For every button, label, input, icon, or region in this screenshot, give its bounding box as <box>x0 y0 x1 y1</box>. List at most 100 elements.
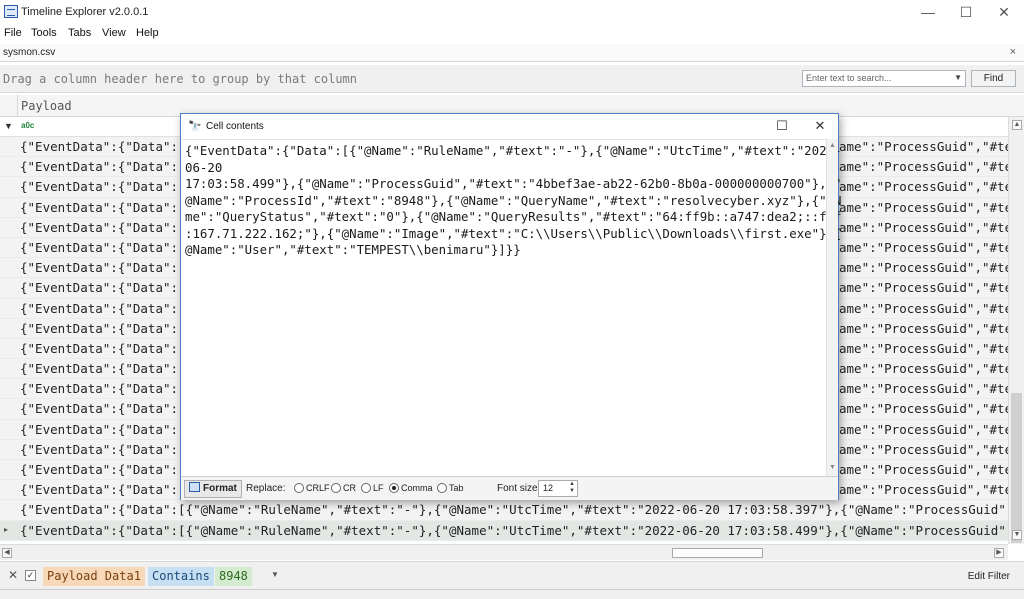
spin-icon[interactable]: ▲ ▼ <box>569 481 575 495</box>
format-button[interactable]: Format <box>184 480 242 498</box>
replace-option-label: Comma <box>401 483 433 493</box>
menu-help[interactable]: Help <box>136 27 159 39</box>
radio-icon[interactable] <box>294 483 304 493</box>
payload-cell[interactable]: {"EventData":{"Data":[ <box>20 401 186 416</box>
scroll-down-icon[interactable]: ▼ <box>1012 530 1022 540</box>
status-bar <box>0 589 1024 599</box>
chevron-down-icon[interactable]: ▼ <box>954 73 962 82</box>
font-size-stepper[interactable]: 12 ▲ ▼ <box>538 480 578 497</box>
cell-text-line: @Name":"User","#text":"TEMPEST\\benimaru… <box>185 242 521 257</box>
payload-cell-tail: ame":"ProcessGuid","#te <box>839 280 1008 296</box>
scroll-right-icon[interactable]: ▶ <box>994 548 1004 558</box>
filter-enabled-checkbox[interactable]: ✓ <box>25 570 36 581</box>
maximize-button[interactable]: ☐ <box>946 0 986 24</box>
replace-option-label: LF <box>373 483 384 493</box>
payload-cell-tail: ame":"ProcessGuid","#te <box>839 179 1008 195</box>
cell-text-area[interactable]: {"EventData":{"Data":[{"@Name":"RuleName… <box>182 139 842 476</box>
replace-option-lf[interactable]: LF <box>361 483 384 493</box>
dialog-scrollbar[interactable]: ▲ ▼ <box>826 139 838 476</box>
payload-cell[interactable]: {"EventData":{"Data":[ <box>20 260 186 275</box>
dialog-title: Cell contents <box>206 121 264 132</box>
payload-cell[interactable]: {"EventData":{"Data":[ <box>20 462 186 477</box>
scroll-thumb[interactable] <box>1011 393 1022 543</box>
file-tab-close-icon[interactable]: × <box>1010 46 1016 58</box>
app-title: Timeline Explorer v2.0.0.1 <box>21 6 149 18</box>
payload-cell-tail: ame":"ProcessGuid","#te <box>839 199 1008 215</box>
horizontal-scrollbar[interactable]: ◀ ▶ <box>0 544 1008 560</box>
radio-icon[interactable] <box>331 483 341 493</box>
horizontal-scroll-thumb[interactable] <box>672 548 763 558</box>
replace-option-tab[interactable]: Tab <box>437 483 464 493</box>
filter-operator[interactable]: Contains <box>148 567 214 586</box>
dialog-scroll-up-icon[interactable]: ▲ <box>828 141 837 150</box>
menu-tools[interactable]: Tools <box>31 27 57 39</box>
payload-cell-tail: ame":"ProcessGuid","#te <box>839 482 1008 498</box>
dialog-maximize-button[interactable]: ☐ <box>768 116 796 136</box>
payload-cell[interactable]: {"EventData":{"Data":[{"@Name":"RuleName… <box>20 502 1008 517</box>
payload-cell[interactable]: {"EventData":{"Data":[ <box>20 240 186 255</box>
payload-cell[interactable]: {"EventData":{"Data":[ <box>20 220 186 235</box>
payload-cell[interactable]: {"EventData":{"Data":[ <box>20 200 186 215</box>
search-placeholder: Enter text to search... <box>806 73 892 83</box>
payload-cell[interactable]: {"EventData":{"Data":[ <box>20 139 186 154</box>
payload-cell[interactable]: {"EventData":{"Data":[ <box>20 361 186 376</box>
payload-cell-tail: ame":"ProcessGuid","#te <box>839 381 1008 397</box>
replace-option-label: Tab <box>449 483 464 493</box>
dialog-footer: Format Replace: CRLF CR LF Comma Tab Font si… <box>181 476 838 500</box>
menu-view[interactable]: View <box>102 27 126 39</box>
table-row[interactable]: {"EventData":{"Data":[{"@Name":"RuleName… <box>0 500 1008 521</box>
text-filter-icon[interactable]: a0c <box>21 121 34 130</box>
replace-option-cr[interactable]: CR <box>331 483 356 493</box>
format-label: Format <box>203 483 237 494</box>
payload-cell[interactable]: {"EventData":{"Data":[ <box>20 179 186 194</box>
table-row[interactable]: ▸ {"EventData":{"Data":[{"@Name":"RuleNam… <box>0 520 1008 541</box>
menu-file[interactable]: File <box>4 27 22 39</box>
edit-filter-link[interactable]: Edit Filter <box>968 571 1010 582</box>
payload-cell[interactable]: {"EventData":{"Data":[ <box>20 442 186 457</box>
file-tab-sysmon[interactable]: sysmon.csv <box>3 47 55 58</box>
scroll-left-icon[interactable]: ◀ <box>2 548 12 558</box>
radio-icon[interactable] <box>389 483 399 493</box>
cell-text-line: :167.71.222.162;"},{"@Name":"Image","#te… <box>185 225 842 241</box>
filter-value[interactable]: 8948 <box>215 567 252 586</box>
payload-cell[interactable]: {"EventData":{"Data":[ <box>20 482 186 497</box>
close-button[interactable]: ✕ <box>984 0 1024 24</box>
dialog-scroll-down-icon[interactable]: ▼ <box>828 463 837 472</box>
filter-field[interactable]: Payload Data1 <box>43 567 145 586</box>
payload-cell[interactable]: {"EventData":{"Data":[ <box>20 341 186 356</box>
menu-tabs[interactable]: Tabs <box>68 27 91 39</box>
find-button[interactable]: Find <box>971 70 1016 87</box>
payload-cell-tail: ame":"ProcessGuid","#te <box>839 320 1008 336</box>
payload-cell-tail: ame":"ProcessGuid","#te <box>839 139 1008 154</box>
payload-cell-tail: ame":"ProcessGuid","#te <box>839 159 1008 175</box>
payload-cell[interactable]: {"EventData":{"Data":[{"@Name":"RuleName… <box>20 523 1008 538</box>
radio-icon[interactable] <box>437 483 447 493</box>
cell-text-line: me":"QueryStatus","#text":"0"},{"@Name":… <box>185 209 842 224</box>
replace-option-crlf[interactable]: CRLF <box>294 483 330 493</box>
payload-cell[interactable]: {"EventData":{"Data":[ <box>20 301 186 316</box>
vertical-scrollbar[interactable]: ▲ ▼ <box>1008 117 1024 544</box>
search-input[interactable]: Enter text to search... ▼ <box>802 70 966 87</box>
clear-filter-icon[interactable]: ✕ <box>8 568 18 582</box>
format-icon <box>189 482 200 492</box>
replace-option-comma[interactable]: Comma <box>389 483 433 493</box>
payload-cell-tail: ame":"ProcessGuid","#te <box>839 401 1008 417</box>
payload-cell[interactable]: {"EventData":{"Data":[ <box>20 321 186 336</box>
payload-cell[interactable]: {"EventData":{"Data":[ <box>20 280 186 295</box>
dialog-close-button[interactable]: ✕ <box>806 116 834 136</box>
funnel-icon[interactable]: ▼ <box>4 121 13 131</box>
filter-dropdown-icon[interactable]: ▼ <box>271 570 279 579</box>
payload-cell[interactable]: {"EventData":{"Data":[ <box>20 422 186 437</box>
cell-text-line: 17:03:58.499"},{"@Name":"ProcessGuid","#… <box>185 176 842 191</box>
cell-text: {"EventData":{"Data":[{"@Name":"RuleName… <box>185 143 842 259</box>
payload-cell[interactable]: {"EventData":{"Data":[ <box>20 159 186 174</box>
title-bar: Timeline Explorer v2.0.0.1 — ☐ ✕ <box>0 0 1024 24</box>
minimize-button[interactable]: — <box>908 0 948 24</box>
menu-bar: File Tools Tabs View Help <box>0 24 1024 44</box>
scroll-up-icon[interactable]: ▲ <box>1012 120 1022 130</box>
payload-cell-tail: ame":"ProcessGuid","#te <box>839 260 1008 276</box>
radio-icon[interactable] <box>361 483 371 493</box>
payload-cell[interactable]: {"EventData":{"Data":[ <box>20 381 186 396</box>
cell-text-line: {"EventData":{"Data":[{"@Name":"RuleName… <box>185 143 842 158</box>
telescope-icon: 🔭 <box>188 121 202 133</box>
